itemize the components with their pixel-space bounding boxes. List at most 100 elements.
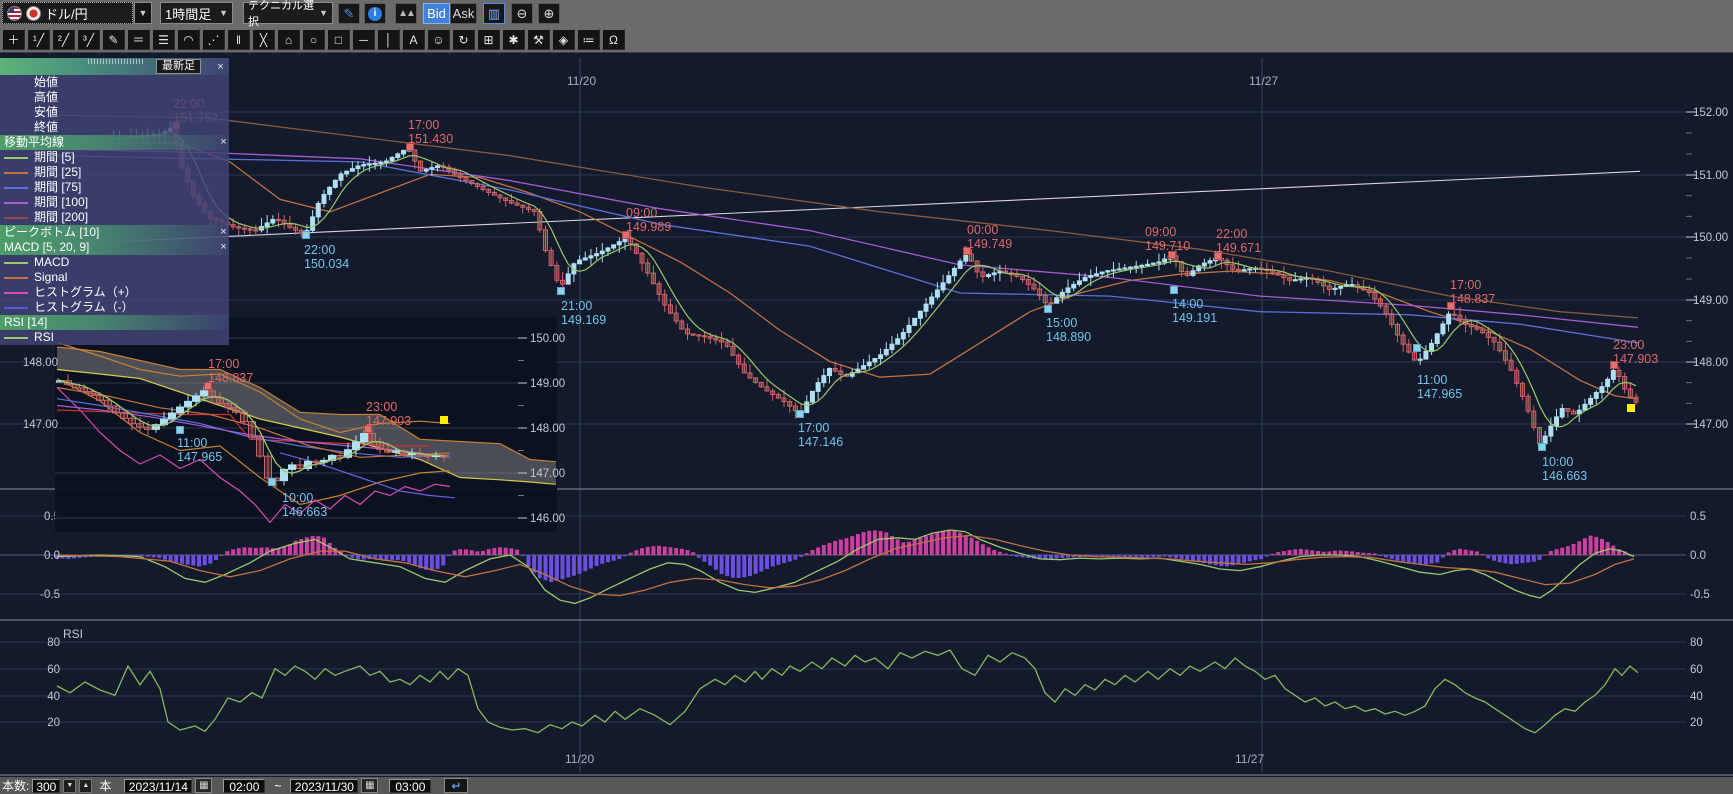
bar-count-input[interactable]: 300	[32, 779, 60, 793]
legend-section-4[interactable]: 移動平均線×	[0, 135, 229, 150]
pair-dropdown-arrow-icon[interactable]: ▼	[134, 2, 152, 24]
inset-axis-label: 148.00	[530, 423, 565, 435]
chart-application: 11/2011/270.50.50.00.0-0.5-0.58080606040…	[0, 0, 1733, 794]
to-time-input[interactable]: 03:00	[389, 779, 431, 793]
to-date-input[interactable]: 2023/11/30	[290, 779, 358, 793]
peak-bottom-time-label: 17:00	[798, 421, 829, 435]
zoom-in-icon[interactable]: ⊕	[538, 3, 560, 24]
apply-return-button[interactable]: ↵	[444, 778, 468, 793]
legend-header[interactable]: 最新足 ×	[0, 58, 229, 75]
legend-section-close-icon[interactable]: ×	[218, 135, 229, 150]
info-icon[interactable]: i	[364, 3, 386, 24]
to-date-calendar-icon[interactable]: ▦	[361, 778, 378, 793]
peak-bottom-price-label: 149.989	[626, 220, 671, 234]
mountain-chart-icon[interactable]: ▲▲	[395, 3, 417, 24]
magnet-tool[interactable]: Ω	[602, 29, 625, 50]
legend-item-8[interactable]: 期間 [100]	[0, 195, 229, 210]
chart-layers: 11/2011/270.50.50.00.0-0.5-0.58080606040…	[0, 58, 1733, 775]
legend-item-9[interactable]: 期間 [200]	[0, 210, 229, 225]
legend-item-0[interactable]: 始値	[0, 75, 229, 90]
indicator-legend[interactable]: 最新足 × 始値高値安値終値移動平均線×期間 [5]期間 [25]期間 [75]…	[0, 58, 229, 345]
icon-stamp-tool[interactable]: ☺	[427, 29, 450, 50]
time-shift-tool[interactable]: ↻	[452, 29, 475, 50]
peak-bottom-time-label: 14:00	[1172, 297, 1203, 311]
zoom-out-icon[interactable]: ⊖	[511, 3, 533, 24]
peak-bottom-time-label: 17:00	[1450, 278, 1481, 292]
legend-item-17[interactable]: RSI	[0, 330, 229, 345]
pentagon-tool[interactable]: ⌂	[277, 29, 300, 50]
inset-axis-label: 147.00	[530, 468, 565, 480]
legend-section-16[interactable]: RSI [14]	[0, 315, 229, 330]
rectangle-tool[interactable]: □	[327, 29, 350, 50]
range-separator: ~	[274, 779, 281, 793]
legend-item-12[interactable]: MACD	[0, 255, 229, 270]
legend-item-1[interactable]: 高値	[0, 90, 229, 105]
peak-bottom-time-label: 17:00	[208, 357, 239, 371]
legend-item-7[interactable]: 期間 [75]	[0, 180, 229, 195]
legend-item-5[interactable]: 期間 [5]	[0, 150, 229, 165]
crosshair-tool[interactable]: ＋	[2, 29, 25, 50]
legend-swatch-icon	[4, 187, 28, 189]
legend-section-10[interactable]: ピークボトム [10]×	[0, 225, 229, 240]
pitchfork-tool[interactable]: ╳	[252, 29, 275, 50]
from-date-input[interactable]: 2023/11/14	[124, 779, 192, 793]
chart-canvas[interactable]: 11/2011/270.50.50.00.0-0.5-0.58080606040…	[0, 0, 1733, 794]
legend-item-14[interactable]: ヒストグラム（+）	[0, 285, 229, 300]
rsi-title: RSI	[63, 627, 83, 641]
latest-bar-button[interactable]: 最新足	[156, 59, 201, 74]
macd-axis-label: 0.5	[1690, 511, 1706, 523]
count-decrement-button[interactable]: ▼	[63, 779, 76, 793]
peak-bottom-price-label: 148.837	[1450, 292, 1495, 306]
horizontal-line-tool[interactable]: ─	[352, 29, 375, 50]
ellipse-tool[interactable]: ○	[302, 29, 325, 50]
pair-selector[interactable]: ドル/円	[2, 2, 133, 24]
timeframe-label: 1時間足	[165, 4, 211, 23]
legend-section-close-icon[interactable]: ×	[218, 225, 229, 240]
peak-bottom-price-label: 147.146	[798, 435, 843, 449]
legend-item-2[interactable]: 安値	[0, 105, 229, 120]
candlestick-chart-icon[interactable]: ▥	[483, 3, 505, 24]
from-date-calendar-icon[interactable]: ▦	[195, 778, 212, 793]
from-time-input[interactable]: 02:00	[223, 779, 265, 793]
technical-selector[interactable]: テクニカル選択 ▼	[243, 2, 333, 24]
text-tool[interactable]: A	[402, 29, 425, 50]
peak-bottom-time-label: 09:00	[626, 206, 657, 220]
draw-pencil-icon[interactable]: ✎	[338, 3, 360, 24]
legend-item-3[interactable]: 終値	[0, 120, 229, 135]
pair-label: ドル/円	[45, 4, 88, 23]
peak-bottom-time-label: 11:00	[1417, 373, 1447, 387]
peak-bottom-time-label: 23:00	[366, 400, 397, 414]
vertical-line-tool[interactable]: │	[377, 29, 400, 50]
duplicate-tool[interactable]: ⊞	[477, 29, 500, 50]
ask-button[interactable]: Ask	[450, 3, 477, 24]
eraser-tool[interactable]: ◈	[552, 29, 575, 50]
fibonacci-arc-tool[interactable]: ◠	[177, 29, 200, 50]
price-axis-label: 150.00	[1693, 232, 1728, 244]
legend-item-15[interactable]: ヒストグラム（-）	[0, 300, 229, 315]
timeframe-selector[interactable]: 1時間足 ▼	[160, 2, 233, 24]
fan-lines-tool[interactable]: ⋰	[202, 29, 225, 50]
bid-button[interactable]: Bid	[423, 3, 450, 24]
legend-section-close-icon[interactable]: ×	[218, 240, 229, 255]
legend-section-11[interactable]: MACD [5, 20, 9]×	[0, 240, 229, 255]
adjust-tool[interactable]: ⚒	[527, 29, 550, 50]
legend-close-icon[interactable]: ×	[215, 61, 226, 73]
legend-item-6[interactable]: 期間 [25]	[0, 165, 229, 180]
count-increment-button[interactable]: ▲	[79, 779, 92, 793]
multi-horizontal-lines-tool[interactable]: ☰	[152, 29, 175, 50]
legend-swatch-icon	[4, 157, 28, 159]
peak-bottom-price-label: 146.663	[1542, 469, 1587, 483]
bar-count-label: 本数:	[2, 777, 29, 794]
parallel-lines-tool[interactable]: ＝	[127, 29, 150, 50]
object-list-tool[interactable]: ≔	[577, 29, 600, 50]
trendline-1-tool[interactable]: ¹╱	[27, 29, 50, 50]
drag-handle-icon[interactable]	[88, 59, 144, 64]
vertical-grid-lines-tool[interactable]: ‖	[227, 29, 250, 50]
inset-axis-label: 150.00	[530, 333, 565, 345]
draw-toolbar: ＋¹╱²╱³╱✎＝☰◠⋰‖╳⌂○□─│A☺↻⊞✱⚒◈≔Ω	[0, 27, 1733, 53]
drag-hand-tool[interactable]: ✱	[502, 29, 525, 50]
pencil-tool[interactable]: ✎	[102, 29, 125, 50]
trendline-3-tool[interactable]: ³╱	[77, 29, 100, 50]
trendline-2-tool[interactable]: ²╱	[52, 29, 75, 50]
legend-item-13[interactable]: Signal	[0, 270, 229, 285]
